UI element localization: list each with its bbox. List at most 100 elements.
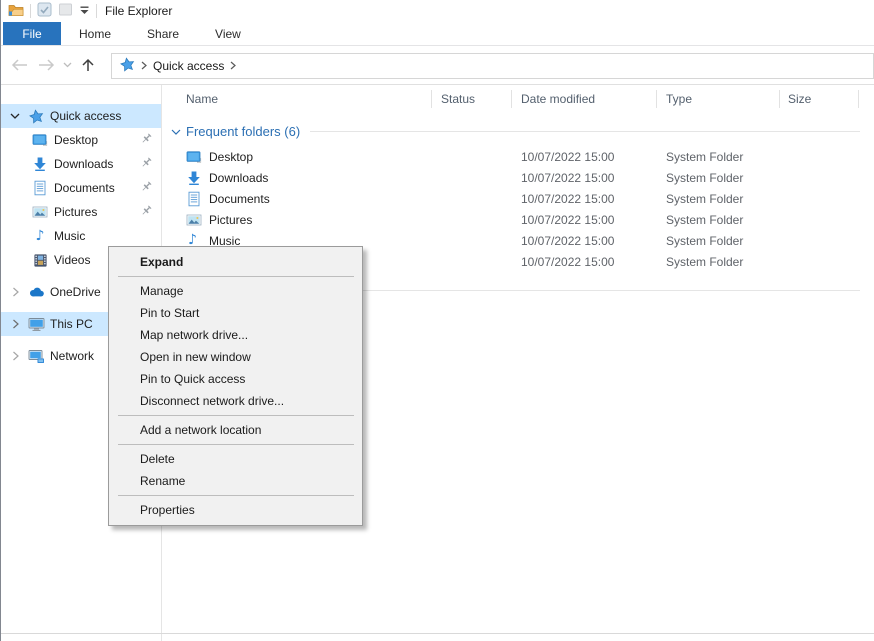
music-icon: ♪: [188, 233, 197, 247]
sidebar-item-label: Desktop: [54, 133, 98, 147]
forward-icon[interactable]: [33, 52, 59, 78]
column-status[interactable]: Status: [441, 92, 475, 106]
tab-view[interactable]: View: [197, 22, 259, 45]
desktop-icon: [31, 132, 49, 148]
pictures-icon: [186, 212, 202, 231]
column-divider[interactable]: [858, 90, 859, 108]
up-icon[interactable]: [75, 52, 101, 78]
menu-item-pin-to-start[interactable]: Pin to Start: [109, 302, 362, 324]
group-label: Frequent folders (6): [186, 124, 300, 139]
breadcrumb-quick-access[interactable]: Quick access: [153, 59, 224, 73]
documents-icon: [31, 180, 49, 196]
tab-file[interactable]: File: [3, 22, 61, 45]
back-icon[interactable]: [7, 52, 33, 78]
column-size[interactable]: Size: [788, 92, 811, 106]
menu-item-delete[interactable]: Delete: [109, 448, 362, 470]
file-type: System Folder: [666, 150, 743, 164]
sidebar-item-quick-access[interactable]: Quick access: [1, 104, 161, 128]
sidebar-item-label: Documents: [54, 181, 115, 195]
sidebar-item-label: Videos: [54, 253, 90, 267]
address-bar[interactable]: Quick access: [111, 53, 874, 79]
tab-home[interactable]: Home: [61, 22, 129, 45]
sidebar-item-label: Downloads: [54, 157, 113, 171]
sidebar-item-pictures[interactable]: Pictures: [1, 200, 161, 224]
file-row-documents[interactable]: Documents 10/07/2022 15:00 System Folder: [162, 189, 874, 210]
desktop-icon: [186, 149, 202, 168]
file-date-modified: 10/07/2022 15:00: [521, 255, 614, 269]
sidebar-item-downloads[interactable]: Downloads: [1, 152, 161, 176]
customize-quick-access-toolbar-icon[interactable]: [79, 4, 90, 18]
sidebar-item-label: Quick access: [50, 109, 121, 123]
sidebar-item-label: Music: [54, 229, 85, 243]
file-row-pictures[interactable]: Pictures 10/07/2022 15:00 System Folder: [162, 210, 874, 231]
file-explorer-logo-icon: [8, 2, 24, 21]
menu-item-disconnect-network-drive[interactable]: Disconnect network drive...: [109, 390, 362, 412]
quick-access-star-icon: [27, 109, 45, 124]
quick-access-star-icon: [120, 57, 135, 75]
group-rule: [283, 290, 860, 291]
menu-item-properties[interactable]: Properties: [109, 499, 362, 521]
column-divider[interactable]: [511, 90, 512, 108]
properties-icon[interactable]: [37, 2, 52, 20]
downloads-icon: [186, 170, 202, 189]
column-divider[interactable]: [656, 90, 657, 108]
column-date-modified[interactable]: Date modified: [521, 92, 595, 106]
column-type[interactable]: Type: [666, 92, 692, 106]
sidebar-item-desktop[interactable]: Desktop: [1, 128, 161, 152]
column-name[interactable]: Name: [186, 92, 218, 106]
sidebar-item-documents[interactable]: Documents: [1, 176, 161, 200]
group-frequent-folders[interactable]: Frequent folders (6): [171, 121, 860, 141]
ribbon-tab-bar: File Home Share View: [1, 22, 874, 46]
chevron-down-icon[interactable]: [7, 112, 23, 120]
file-type: System Folder: [666, 234, 743, 248]
menu-item-rename[interactable]: Rename: [109, 470, 362, 492]
chevron-right-icon[interactable]: [7, 351, 23, 361]
menu-item-open-in-new-window[interactable]: Open in new window: [109, 346, 362, 368]
file-type: System Folder: [666, 171, 743, 185]
divider: [96, 4, 97, 18]
file-row-downloads[interactable]: Downloads 10/07/2022 15:00 System Folder: [162, 168, 874, 189]
menu-separator: [118, 495, 354, 496]
file-name: Downloads: [209, 171, 268, 185]
new-folder-icon[interactable]: [58, 2, 73, 20]
tab-share[interactable]: Share: [129, 22, 197, 45]
sidebar-item-music[interactable]: ♪ Music: [1, 224, 161, 248]
this-pc-monitor-icon: [27, 317, 45, 332]
breadcrumb-chevron-icon[interactable]: [230, 59, 236, 73]
file-type: System Folder: [666, 192, 743, 206]
pin-icon: [139, 180, 153, 197]
context-menu: Expand Manage Pin to Start Map network d…: [108, 246, 363, 526]
pin-icon: [139, 156, 153, 173]
pin-icon: [139, 132, 153, 149]
sidebar-item-label: This PC: [50, 317, 93, 331]
menu-item-add-network-location[interactable]: Add a network location: [109, 419, 362, 441]
file-date-modified: 10/07/2022 15:00: [521, 171, 614, 185]
menu-item-expand[interactable]: Expand: [109, 251, 362, 273]
menu-item-manage[interactable]: Manage: [109, 280, 362, 302]
file-date-modified: 10/07/2022 15:00: [521, 150, 614, 164]
menu-separator: [118, 444, 354, 445]
chevron-right-icon[interactable]: [7, 287, 23, 297]
group-rule: [310, 131, 860, 132]
quick-access-toolbar: [1, 2, 97, 21]
recent-locations-chevron-icon[interactable]: [59, 52, 75, 78]
file-name: Pictures: [209, 213, 252, 227]
column-divider[interactable]: [779, 90, 780, 108]
file-type: System Folder: [666, 213, 743, 227]
menu-item-map-network-drive[interactable]: Map network drive...: [109, 324, 362, 346]
file-type: System Folder: [666, 255, 743, 269]
documents-icon: [186, 191, 202, 210]
column-divider[interactable]: [431, 90, 432, 108]
breadcrumb-chevron-icon[interactable]: [141, 59, 147, 73]
file-row-desktop[interactable]: Desktop 10/07/2022 15:00 System Folder: [162, 147, 874, 168]
music-icon: ♪: [31, 229, 49, 243]
chevron-right-icon[interactable]: [7, 319, 23, 329]
network-icon: [27, 349, 45, 364]
file-date-modified: 10/07/2022 15:00: [521, 213, 614, 227]
videos-icon: [31, 253, 49, 268]
downloads-icon: [31, 156, 49, 172]
nav-buttons: [1, 46, 101, 84]
menu-item-pin-to-quick-access[interactable]: Pin to Quick access: [109, 368, 362, 390]
file-name: Documents: [209, 192, 270, 206]
chevron-down-icon[interactable]: [171, 124, 181, 139]
